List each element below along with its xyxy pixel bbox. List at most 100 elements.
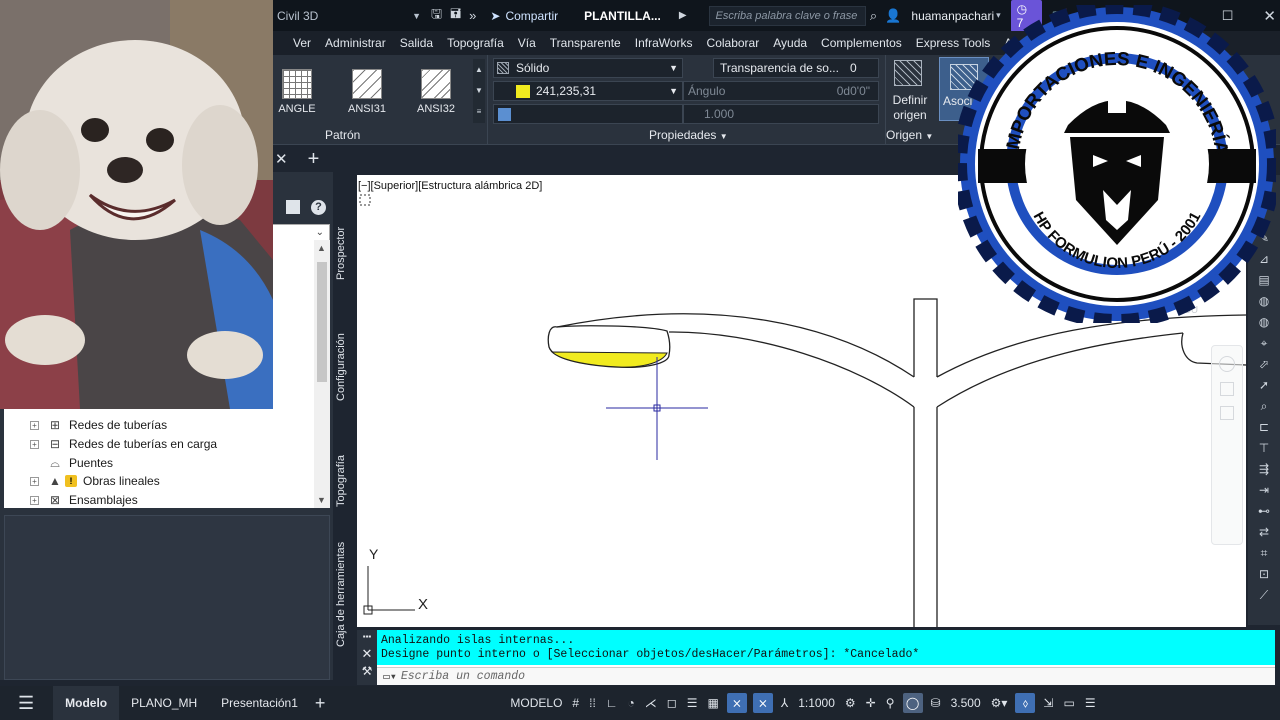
navigation-bar[interactable] bbox=[1211, 345, 1243, 545]
grip-icon[interactable]: ▪▪▪ bbox=[357, 632, 377, 642]
model-space-toggle[interactable]: MODELO bbox=[510, 696, 562, 710]
save-as-icon[interactable]: 🖬 bbox=[450, 5, 461, 27]
add-layout-icon[interactable]: + bbox=[315, 693, 326, 714]
panel-toggle-icon[interactable] bbox=[286, 200, 300, 214]
tab-infraworks[interactable]: InfraWorks bbox=[635, 36, 693, 50]
tool-icon-11[interactable]: ⊤ bbox=[1256, 440, 1272, 456]
command-prompt-icon[interactable]: ▭▾ bbox=[383, 669, 397, 684]
crosshair-icon[interactable]: ✛ bbox=[866, 696, 876, 710]
new-tab-icon[interactable]: + bbox=[308, 148, 320, 171]
command-input[interactable]: ▭▾ Escriba un comando bbox=[377, 667, 1275, 685]
pattern-scroll[interactable]: ▲ ▼ ≡ bbox=[473, 59, 485, 123]
tool-icon-6[interactable]: ⌖ bbox=[1256, 335, 1272, 351]
tab-colaborar[interactable]: Colaborar bbox=[707, 36, 760, 50]
selection-cycling-icon[interactable]: ⬨ bbox=[1015, 693, 1036, 713]
settings-icon[interactable]: ⚙ bbox=[845, 696, 856, 710]
steering-wheel-icon[interactable] bbox=[1219, 356, 1235, 372]
angle-field[interactable]: Ángulo 0d0'0" bbox=[683, 81, 879, 101]
tab-transparente[interactable]: Transparente bbox=[550, 36, 621, 50]
polar-icon[interactable]: ◔ bbox=[628, 696, 635, 710]
tool-icon-9[interactable]: ⌕ bbox=[1256, 398, 1272, 414]
tool-icon-15[interactable]: ⇄ bbox=[1256, 524, 1272, 540]
expand-icon[interactable]: + bbox=[30, 439, 39, 449]
zoom-icon[interactable] bbox=[1220, 406, 1234, 420]
tab-via[interactable]: Vía bbox=[518, 36, 536, 50]
annotation-visibility-icon[interactable]: ⨯ bbox=[726, 693, 747, 713]
isolate-icon[interactable]: ⚲ bbox=[886, 696, 895, 710]
workspace-dropdown-icon[interactable]: ▼ bbox=[412, 11, 421, 21]
tool-icon-18[interactable]: ⟋ bbox=[1256, 587, 1272, 603]
tab-presentacion1[interactable]: Presentación1 bbox=[209, 696, 310, 710]
hatch-type-select[interactable]: Sólido ▼ bbox=[493, 58, 683, 78]
cursor-icon[interactable]: ➚ bbox=[1256, 377, 1272, 393]
tree-item-corridors[interactable]: + ▲ ! Obras lineales bbox=[30, 472, 160, 490]
pattern-angle[interactable]: ANGLE bbox=[267, 69, 327, 115]
expand-icon[interactable]: + bbox=[30, 495, 39, 505]
scroll-thumb[interactable] bbox=[317, 262, 327, 382]
grid-icon[interactable]: # bbox=[572, 696, 579, 710]
tab-topografia[interactable]: Topografía bbox=[447, 36, 504, 50]
isodraft-icon[interactable]: ⋌ bbox=[645, 696, 657, 710]
elevation-icon[interactable]: ⛁ bbox=[931, 696, 941, 710]
auto-scale-icon[interactable]: ⨯ bbox=[752, 693, 773, 713]
hardware-accel-icon[interactable]: ◯ bbox=[902, 693, 923, 713]
background-color-select[interactable] bbox=[493, 104, 683, 124]
tab-salida[interactable]: Salida bbox=[400, 36, 433, 50]
close-tab-icon[interactable]: ✕ bbox=[275, 150, 288, 168]
chevron-down-icon[interactable]: ▼ bbox=[925, 132, 933, 141]
lineweight-icon[interactable]: ☰ bbox=[687, 696, 698, 710]
tab-modelo[interactable]: Modelo bbox=[53, 686, 120, 720]
customize-icon[interactable]: ☰ bbox=[1085, 696, 1096, 710]
help-icon[interactable]: ? bbox=[311, 200, 326, 215]
clean-screen-icon[interactable]: ▭ bbox=[1063, 696, 1074, 710]
transparency-toggle-icon[interactable]: ▦ bbox=[708, 696, 719, 710]
tool-icon-14[interactable]: ⊷ bbox=[1256, 503, 1272, 519]
tab-plano-mh[interactable]: PLANO_MH bbox=[119, 696, 209, 710]
snap-icon[interactable]: ⁞⁞ bbox=[589, 696, 596, 710]
tool-icon-12[interactable]: ⇶ bbox=[1256, 461, 1272, 477]
tool-icon-16[interactable]: ⌗ bbox=[1256, 545, 1272, 561]
define-origin-button[interactable]: Definir origen bbox=[885, 93, 935, 123]
more-tools-icon[interactable]: » bbox=[469, 8, 476, 23]
tab-topografia-palette[interactable]: Topografía bbox=[335, 450, 351, 512]
tree-item-pipe-networks[interactable]: + ⊞ Redes de tuberías bbox=[30, 416, 167, 434]
tool-icon-13[interactable]: ⇥ bbox=[1256, 482, 1272, 498]
elevation-value[interactable]: 3.500 bbox=[951, 696, 981, 710]
annotation-scale[interactable]: 1:1000 bbox=[798, 696, 835, 710]
close-command-icon[interactable]: ✕ bbox=[357, 646, 377, 662]
tab-ayuda[interactable]: Ayuda bbox=[773, 36, 807, 50]
dynamic-ucs-icon[interactable]: ⇲ bbox=[1043, 696, 1053, 710]
annotation-scale-icon[interactable]: ⅄ bbox=[781, 696, 788, 710]
search-icon[interactable]: ⌕ bbox=[870, 8, 877, 24]
search-input[interactable]: Escriba palabra clave o frase bbox=[708, 5, 866, 26]
tab-ver[interactable]: Ver bbox=[293, 36, 311, 50]
wrench-icon[interactable]: ⚒ bbox=[357, 664, 377, 678]
chevron-down-icon[interactable]: ▼ bbox=[720, 132, 728, 141]
expand-icon[interactable]: + bbox=[30, 420, 39, 430]
menu-icon[interactable]: ☰ bbox=[18, 693, 34, 714]
tool-icon-7[interactable]: ⬀ bbox=[1256, 356, 1272, 372]
define-origin-icon[interactable] bbox=[894, 60, 922, 86]
scroll-down-icon[interactable]: ▼ bbox=[317, 495, 326, 505]
pan-icon[interactable] bbox=[1220, 382, 1234, 396]
tree-scrollbar[interactable]: ▲ ▼ bbox=[314, 240, 330, 508]
expand-icon[interactable]: + bbox=[30, 476, 39, 486]
tree-item-assemblies[interactable]: + ⊠ Ensamblajes bbox=[30, 491, 138, 509]
hatch-color-select[interactable]: 241,235,31 ▼ bbox=[493, 81, 683, 101]
tool-icon-10[interactable]: ⊏ bbox=[1256, 419, 1272, 435]
tab-caja-herramientas[interactable]: Caja de herramientas bbox=[335, 540, 351, 648]
save-icon[interactable]: 🖫 bbox=[431, 5, 442, 27]
tree-item-pressure-networks[interactable]: + ⊟ Redes de tuberías en carga bbox=[30, 435, 217, 453]
osnap-icon[interactable]: ◻ bbox=[667, 696, 677, 710]
scroll-up-icon[interactable]: ▲ bbox=[317, 243, 326, 253]
tree-item-bridges[interactable]: ⌓ Puentes bbox=[47, 454, 113, 472]
expand-arrow-icon[interactable]: ▶ bbox=[679, 10, 687, 21]
tab-administrar[interactable]: Administrar bbox=[325, 36, 386, 50]
tab-configuracion[interactable]: Configuración bbox=[335, 328, 351, 406]
pattern-ansi31[interactable]: ANSI31 bbox=[337, 69, 397, 115]
share-button[interactable]: ➤ Compartir bbox=[490, 9, 558, 23]
tab-prospector[interactable]: Prospector bbox=[335, 222, 351, 284]
ortho-icon[interactable]: ∟ bbox=[606, 696, 618, 710]
workspace-icon[interactable]: ⚙▾ bbox=[991, 696, 1008, 710]
tool-icon-17[interactable]: ⊡ bbox=[1256, 566, 1272, 582]
